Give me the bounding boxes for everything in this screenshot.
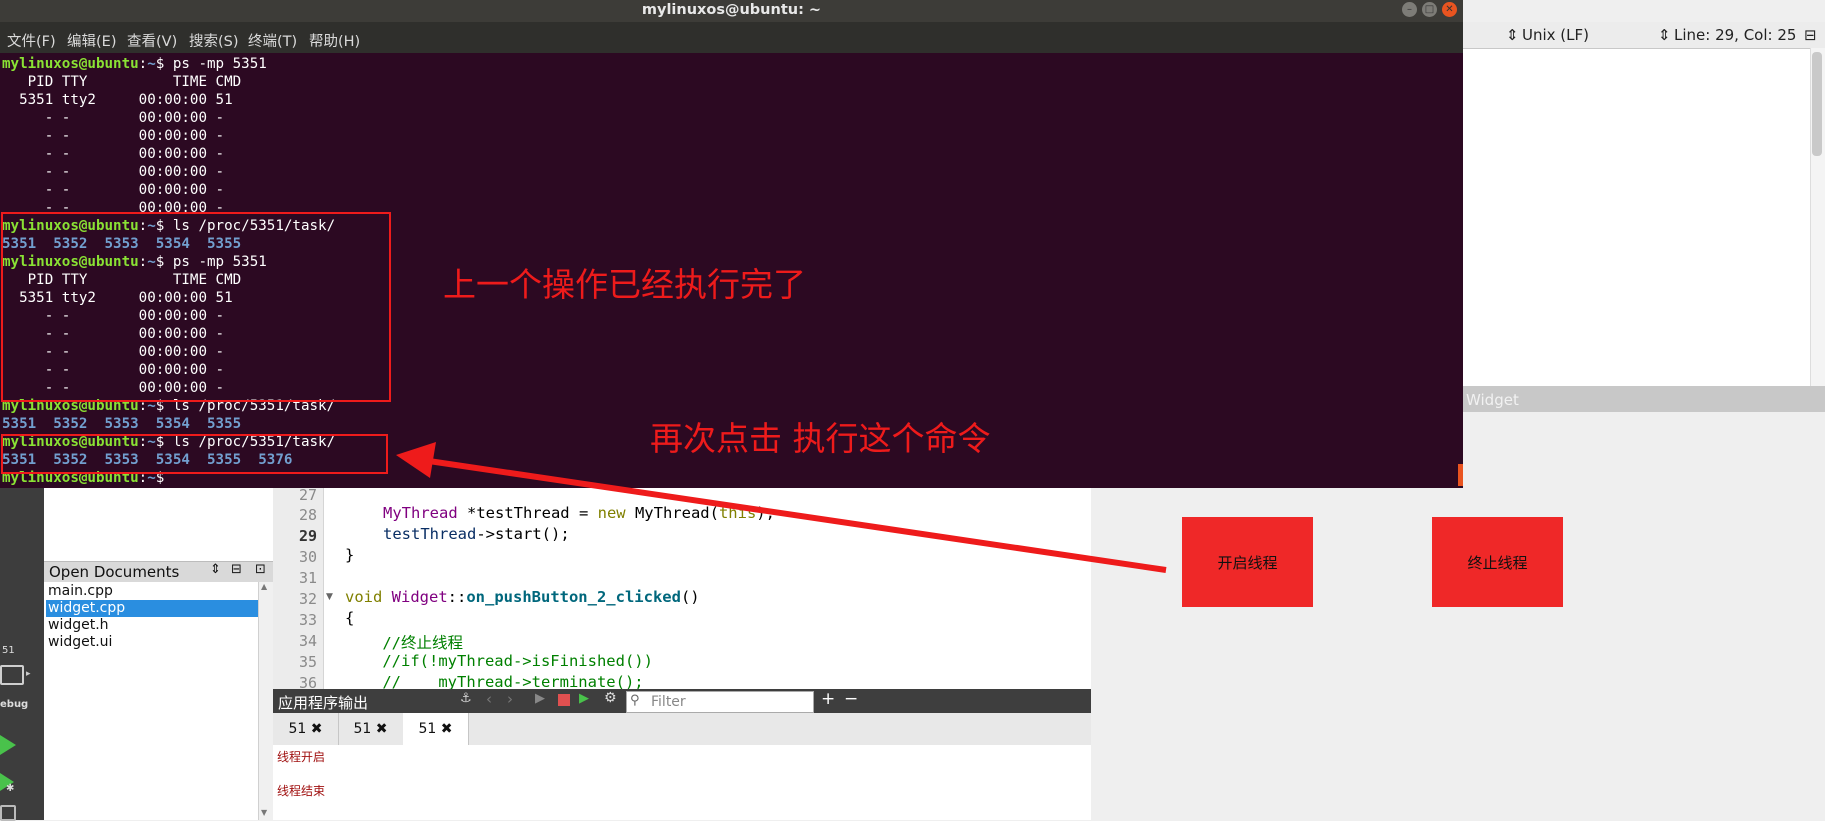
annotation-arrow-head xyxy=(396,442,436,478)
annotation-arrow-line xyxy=(421,457,1167,573)
annotation-arrow xyxy=(396,442,1167,573)
